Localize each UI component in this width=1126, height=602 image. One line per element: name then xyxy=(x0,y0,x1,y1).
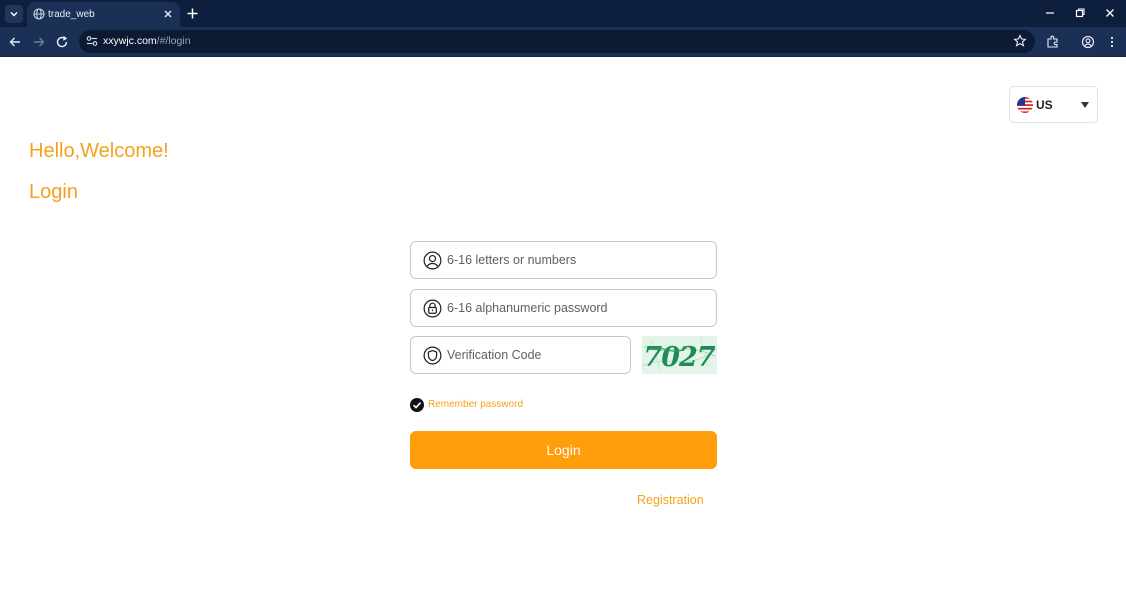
language-select[interactable]: US xyxy=(1009,86,1098,123)
us-flag-icon xyxy=(1017,97,1033,113)
verification-code-input[interactable] xyxy=(447,337,627,373)
site-settings-icon[interactable] xyxy=(85,34,99,48)
user-circle-icon xyxy=(423,251,442,270)
login-heading: Login xyxy=(29,181,78,203)
forward-arrow-icon[interactable] xyxy=(32,35,46,49)
bookmark-star-icon[interactable] xyxy=(1013,34,1027,48)
tab-search-icon[interactable] xyxy=(5,5,23,23)
tab-title: trade_web xyxy=(48,9,95,20)
registration-link[interactable]: Registration xyxy=(637,493,704,507)
captcha-image[interactable]: 7027 xyxy=(642,336,717,374)
login-page: US Hello,Welcome! Login 6-16 letters or … xyxy=(0,58,1126,602)
profile-icon[interactable] xyxy=(1081,35,1095,49)
username-input[interactable] xyxy=(447,242,707,278)
password-input[interactable] xyxy=(447,290,707,326)
checkmark-icon[interactable] xyxy=(410,398,424,412)
lock-icon xyxy=(423,299,442,318)
minimize-icon[interactable] xyxy=(1044,7,1056,19)
extensions-icon[interactable] xyxy=(1046,35,1060,49)
browser-tab[interactable]: trade_web xyxy=(27,2,180,27)
new-tab-icon[interactable] xyxy=(186,7,199,20)
verification-code-field xyxy=(410,336,631,374)
url-host: xxywjc.com xyxy=(103,35,157,47)
caret-down-icon xyxy=(1081,102,1089,108)
window-close-icon[interactable] xyxy=(1104,7,1116,19)
password-field xyxy=(410,289,717,327)
address-bar[interactable]: xxywjc.com/#/login xyxy=(79,30,1035,53)
restore-icon[interactable] xyxy=(1074,7,1086,19)
back-arrow-icon[interactable] xyxy=(8,35,22,49)
shield-icon xyxy=(423,346,442,365)
remember-password-label: Remember password xyxy=(428,399,524,410)
welcome-text: Hello,Welcome! xyxy=(29,140,169,162)
kebab-menu-icon[interactable] xyxy=(1105,35,1119,49)
browser-toolbar: xxywjc.com/#/login xyxy=(0,27,1126,57)
username-field xyxy=(410,241,717,279)
language-code: US xyxy=(1036,98,1053,112)
login-button[interactable]: Login xyxy=(410,431,717,469)
url-path: /#/login xyxy=(156,35,191,47)
close-icon[interactable] xyxy=(162,8,174,20)
url-text[interactable]: xxywjc.com/#/login xyxy=(103,35,191,47)
globe-icon xyxy=(33,8,45,20)
browser-tabstrip: trade_web xyxy=(0,0,1126,27)
reload-icon[interactable] xyxy=(55,35,69,49)
captcha-graphic: 7027 xyxy=(642,336,717,374)
captcha-text: 7027 xyxy=(643,342,715,373)
